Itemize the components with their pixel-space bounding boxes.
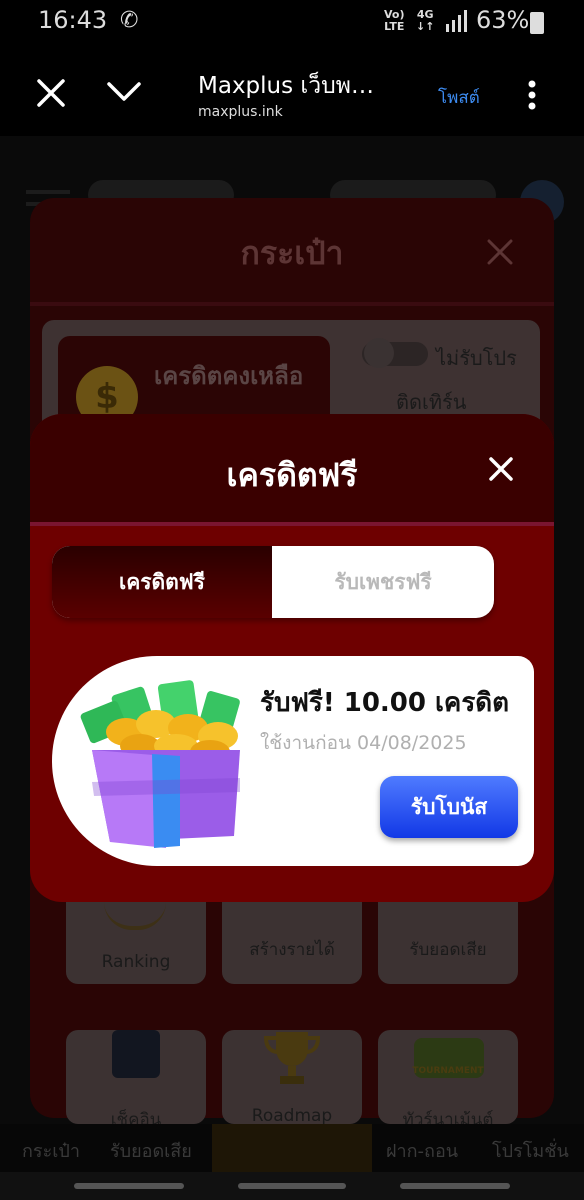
menu-card-label: สร้างรายได้ (249, 940, 335, 960)
recent-apps-button[interactable] (74, 1183, 184, 1189)
modal-title: เครดิตฟรี (226, 456, 358, 494)
bottom-nav-center[interactable] (212, 1124, 372, 1172)
close-icon[interactable] (36, 78, 66, 108)
divider (30, 522, 554, 526)
free-credit-modal: เครดิตฟรี เครดิตฟรี รับเพชรฟรี รับฟรี! 1… (30, 414, 554, 902)
close-icon[interactable] (488, 456, 514, 482)
claim-bonus-button[interactable]: รับโบนัส (380, 776, 518, 838)
chevron-down-icon[interactable] (106, 78, 142, 106)
status-bar: 16:43 ✆ Vo) LTE 4G ↓↑ 63% (0, 0, 584, 46)
bottom-nav-wallet[interactable]: กระเป๋า (22, 1136, 80, 1165)
bonus-expiry: ใช้งานก่อน 04/08/2025 (260, 732, 467, 754)
more-options-icon[interactable] (528, 80, 536, 110)
4g-indicator: 4G ↓↑ (416, 8, 435, 33)
home-button[interactable] (238, 1183, 346, 1189)
battery-icon (530, 12, 544, 34)
menu-card-label: Roadmap (251, 1106, 333, 1126)
bottom-nav-cashback[interactable]: รับยอดเสีย (110, 1136, 192, 1165)
status-time: 16:43 (38, 6, 108, 34)
tab-switcher: เครดิตฟรี รับเพชรฟรี (52, 546, 494, 618)
calendar-icon (112, 1030, 160, 1078)
toggle-knob (364, 338, 394, 368)
no-promo-label: ไม่รับโปร (436, 346, 517, 370)
tab-free-credit[interactable]: เครดิตฟรี (52, 546, 272, 618)
bottom-nav-promotion[interactable]: โปรโมชั่น (492, 1136, 569, 1165)
close-icon[interactable] (486, 238, 514, 266)
back-button[interactable] (400, 1183, 510, 1189)
battery-percentage: 63% (476, 6, 530, 34)
menu-card-tournament[interactable]: TOURNAMENT ทัวร์นาเม้นต์ (378, 1030, 518, 1130)
page-url: maxplus.ink (198, 104, 283, 120)
tournament-badge-text: TOURNAMENT (412, 1066, 484, 1076)
credit-balance-label: เครดิตคงเหลือ (154, 362, 304, 390)
post-button[interactable]: โพสต์ (438, 84, 480, 111)
menu-card-label: รับยอดเสีย (409, 940, 487, 960)
browser-toolbar: Maxplus เว็บพ… maxplus.ink โพสต์ (0, 46, 584, 136)
divider (30, 302, 554, 306)
phone-call-icon: ✆ (120, 8, 139, 33)
tab-free-diamonds[interactable]: รับเพชรฟรี (272, 546, 494, 618)
trophy-icon (263, 1032, 321, 1084)
menu-card-roadmap[interactable]: Roadmap (222, 1030, 362, 1126)
menu-card-label: Ranking (101, 952, 171, 972)
bottom-nav-deposit-withdraw[interactable]: ฝาก-ถอน (386, 1136, 458, 1165)
bonus-title: รับฟรี! 10.00 เครดิต (260, 688, 510, 718)
gift-box-icon (80, 680, 240, 848)
menu-card-checkin[interactable]: เช็คอิน (66, 1030, 206, 1130)
signal-icon (446, 10, 467, 32)
volte-indicator: Vo) LTE (384, 8, 405, 33)
page-title: Maxplus เว็บพ… (198, 73, 374, 99)
